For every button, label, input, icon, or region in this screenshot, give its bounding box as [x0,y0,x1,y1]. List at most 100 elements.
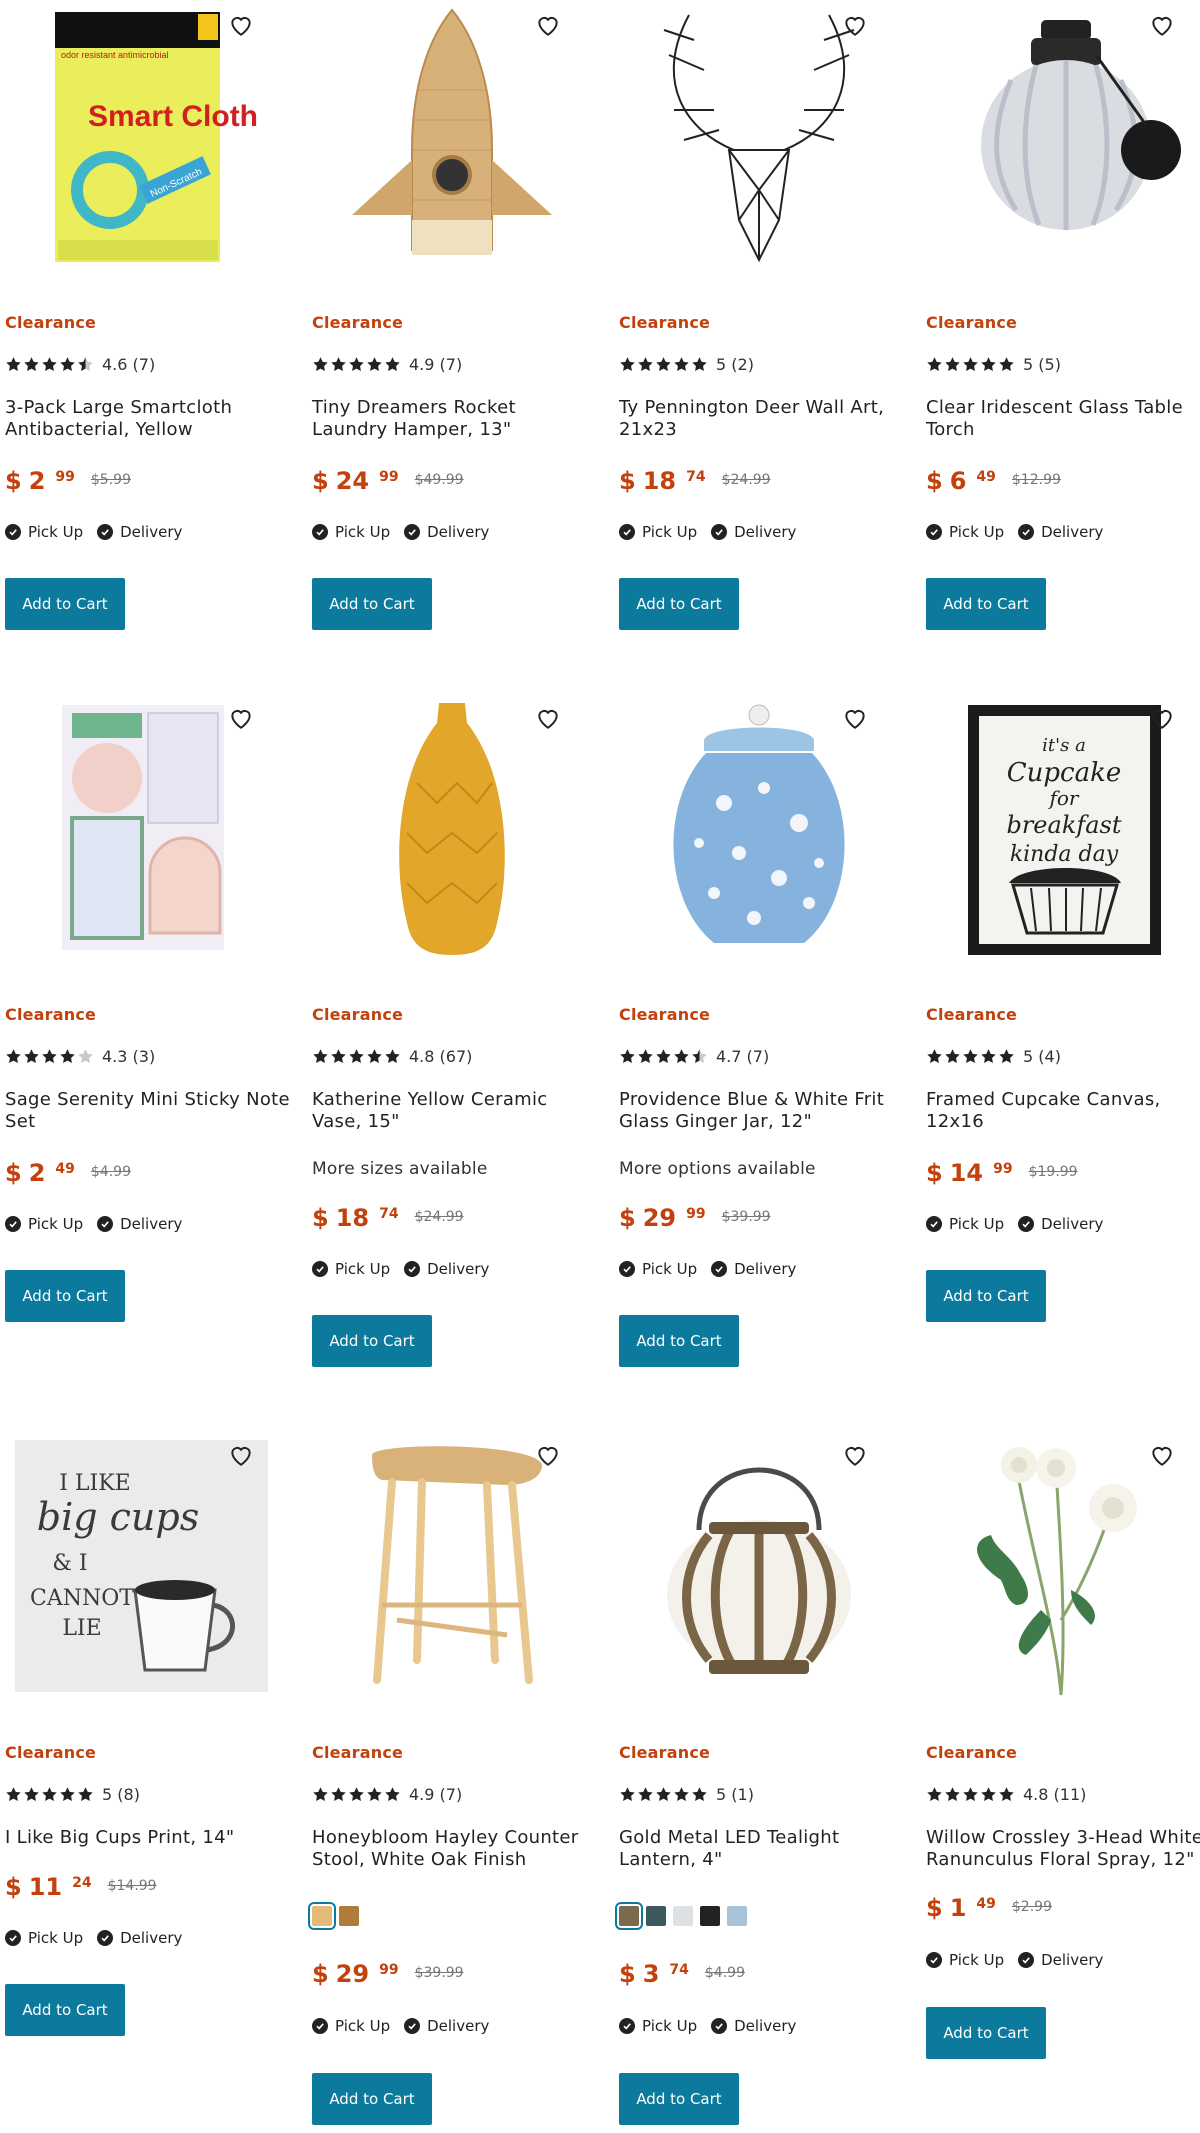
star-icon [78,357,93,371]
add-to-cart-button[interactable]: Add to Cart [619,2073,739,2125]
review-count: (3) [132,1047,156,1066]
color-swatch[interactable] [646,1906,666,1926]
check-icon [312,1261,328,1277]
original-price: $49.99 [414,472,464,488]
wishlist-heart-icon[interactable] [842,1442,868,1468]
product-card[interactable]: Clearance 4.3 (3) Sage Serenity Mini Sti… [0,693,290,1373]
add-to-cart-button[interactable]: Add to Cart [926,2007,1046,2059]
product-title[interactable]: Katherine Yellow Ceramic Vase, 15" [312,1089,597,1133]
check-icon [1018,1952,1035,1968]
star-icon [349,1787,364,1801]
smartcloth-top-text: odor resistant antimicrobial [61,50,169,60]
add-to-cart-button[interactable]: Add to Cart [312,578,432,630]
price-currency: $ [619,467,636,495]
price-cents: 99 [379,469,399,485]
product-title[interactable]: Gold Metal LED Tealight Lantern, 4" [619,1827,904,1871]
product-image-deer-wall-art[interactable] [614,0,904,270]
product-title[interactable]: Providence Blue & White Frit Glass Ginge… [619,1089,904,1133]
wishlist-heart-icon[interactable] [842,705,868,731]
add-to-cart-button[interactable]: Add to Cart [619,578,739,630]
color-swatch[interactable] [700,1906,720,1926]
star-icon [999,357,1014,371]
price-whole: 1 [949,1894,967,1922]
delivery-label: Delivery [120,1215,183,1233]
color-swatch[interactable] [673,1906,693,1926]
check-icon [97,1216,114,1232]
wishlist-heart-icon[interactable] [1149,705,1175,731]
product-title[interactable]: Willow Crossley 3-Head White Ranunculus … [926,1827,1200,1871]
product-title[interactable]: Tiny Dreamers Rocket Laundry Hamper, 13" [312,397,597,441]
product-image-ranunculus-spray[interactable] [921,1430,1200,1700]
wishlist-heart-icon[interactable] [228,12,254,38]
price-currency: $ [926,1159,943,1187]
product-card[interactable]: Clearance 4.9 (7) Tiny Dreamers Rocket L… [307,0,597,640]
price-cents: 99 [686,1206,706,1222]
product-image-ginger-jar[interactable] [614,693,904,963]
wishlist-heart-icon[interactable] [842,12,868,38]
price-whole: 18 [642,467,677,495]
clearance-badge: Clearance [619,1005,711,1024]
product-title[interactable]: Honeybloom Hayley Counter Stool, White O… [312,1827,597,1871]
add-to-cart-button[interactable]: Add to Cart [5,1270,125,1322]
wishlist-heart-icon[interactable] [535,705,561,731]
rating-value: 4.9 [409,355,435,374]
add-to-cart-button[interactable]: Add to Cart [926,1270,1046,1322]
check-icon [404,1261,421,1277]
product-card[interactable]: Clearance 4.7 (7) Providence Blue & Whit… [614,693,904,1373]
color-swatch[interactable] [615,1902,643,1930]
add-to-cart-button[interactable]: Add to Cart [312,2073,432,2125]
product-image-cupcake-canvas[interactable]: it's a Cupcake for breakfast kinda day [921,693,1200,963]
product-title[interactable]: 3-Pack Large Smartcloth Antibacterial, Y… [5,397,290,441]
pickup-label: Pick Up [335,1260,391,1278]
wishlist-heart-icon[interactable] [228,705,254,731]
rating: 4.3 (3) [5,1047,155,1066]
add-to-cart-button[interactable]: Add to Cart [5,578,125,630]
add-to-cart-button[interactable]: Add to Cart [5,1984,125,2036]
rating: 4.9 (7) [312,355,462,374]
product-card[interactable]: odor resistant antimicrobial Smart Cloth… [0,0,290,640]
star-icon [674,1049,689,1063]
product-image-glass-torch[interactable] [921,0,1200,270]
star-icon [60,1787,75,1801]
add-to-cart-button[interactable]: Add to Cart [619,1315,739,1367]
product-title[interactable]: Clear Iridescent Glass Table Torch [926,397,1200,441]
product-card[interactable]: Clearance 4.9 (7) Honeybloom Hayley Coun… [307,1430,597,2133]
product-image-rocket-hamper[interactable] [307,0,597,270]
more-sizes-link[interactable]: More sizes available [312,1159,488,1179]
add-to-cart-button[interactable]: Add to Cart [926,578,1046,630]
product-title[interactable]: Sage Serenity Mini Sticky Note Set [5,1089,290,1133]
wishlist-heart-icon[interactable] [228,1442,254,1468]
product-image-counter-stool[interactable] [307,1430,597,1700]
product-title[interactable]: Framed Cupcake Canvas, 12x16 [926,1089,1200,1133]
product-card[interactable]: Clearance 4.8 (67) Katherine Yellow Cera… [307,693,597,1373]
more-options-link[interactable]: More options available [619,1159,816,1179]
wishlist-heart-icon[interactable] [1149,1442,1175,1468]
star-rating-icon [619,1786,709,1803]
product-image-sticky-notes[interactable] [0,693,290,963]
product-image-smartcloth[interactable]: odor resistant antimicrobial Smart Cloth… [0,0,290,270]
star-icon [945,1787,960,1801]
color-swatch[interactable] [727,1906,747,1926]
rating: 4.8 (11) [926,1785,1086,1804]
wishlist-heart-icon[interactable] [535,1442,561,1468]
product-image-yellow-vase[interactable] [307,693,597,963]
product-title[interactable]: Ty Pennington Deer Wall Art, 21x23 [619,397,904,441]
product-card[interactable]: Clearance 5 (5) Clear Iridescent Glass T… [921,0,1200,640]
review-count: (5) [1038,355,1061,374]
product-title[interactable]: I Like Big Cups Print, 14" [5,1827,290,1849]
wishlist-heart-icon[interactable] [1149,12,1175,38]
wishlist-heart-icon[interactable] [535,12,561,38]
product-image-tealight-lantern[interactable] [614,1430,904,1700]
product-card[interactable]: Clearance 5 (1) Gold Metal LED Tealight … [614,1430,904,2133]
product-card[interactable]: Clearance 5 (2) Ty Pennington Deer Wall … [614,0,904,640]
clearance-badge: Clearance [312,313,404,332]
product-image-big-cups-print[interactable]: I LIKE big cups & I CANNOT LIE [0,1430,290,1700]
price-cents: 49 [55,1161,75,1177]
product-card[interactable]: Clearance 4.8 (11) Willow Crossley 3-Hea… [921,1430,1200,2133]
product-card[interactable]: I LIKE big cups & I CANNOT LIE Clearance… [0,1430,290,2133]
product-card[interactable]: it's a Cupcake for breakfast kinda day C… [921,693,1200,1373]
star-icon [620,1787,635,1801]
add-to-cart-button[interactable]: Add to Cart [312,1315,432,1367]
color-swatch[interactable] [308,1902,336,1930]
color-swatch[interactable] [339,1906,359,1926]
